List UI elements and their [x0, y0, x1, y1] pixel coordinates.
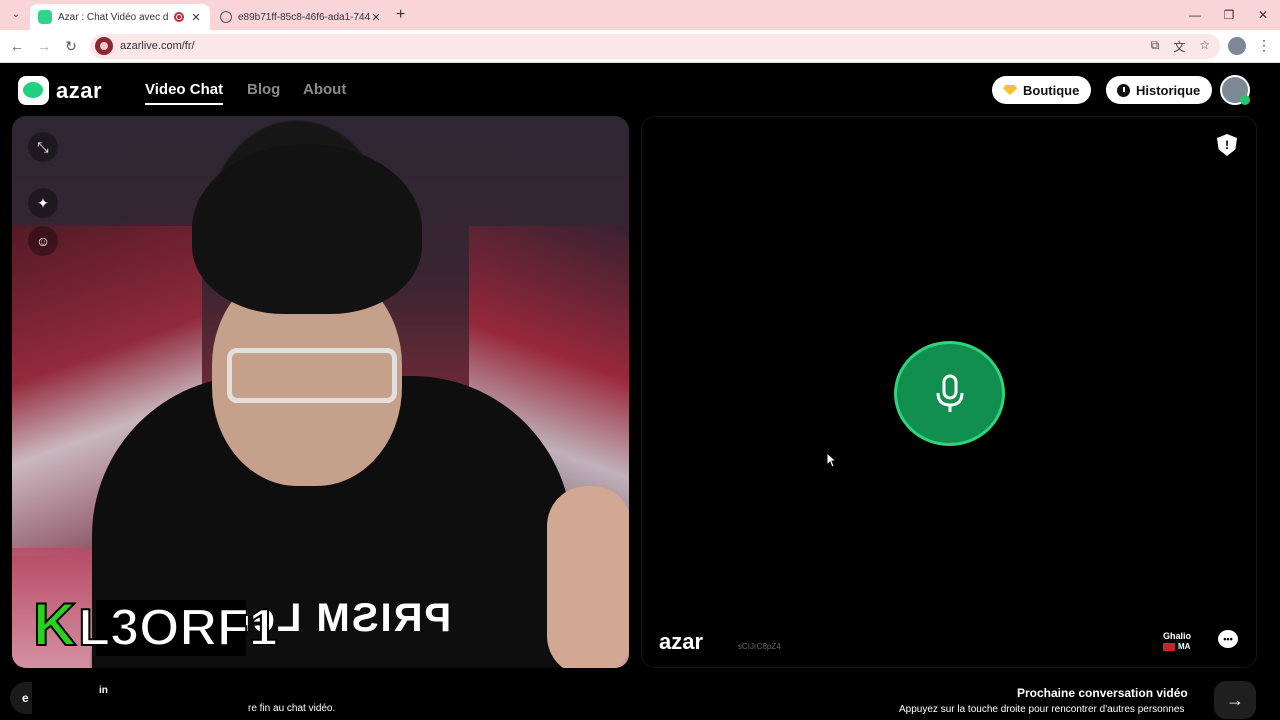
morocco-flag-icon — [1163, 643, 1175, 651]
online-status-icon — [1240, 95, 1250, 105]
reload-icon[interactable]: ↻ — [62, 37, 80, 55]
window-controls: — ❐ ✕ — [1178, 0, 1280, 30]
close-window-button[interactable]: ✕ — [1246, 0, 1280, 30]
tab-search-menu-icon[interactable]: ⌄ — [6, 5, 26, 25]
streamer-name-overlay: K L3ORF1 — [32, 591, 279, 658]
address-bar[interactable]: azarlive.com/fr/ ⧉ 文 ☆ — [90, 34, 1220, 59]
chat-bubble-icon[interactable]: ••• — [1218, 630, 1238, 648]
url-text[interactable]: azarlive.com/fr/ — [120, 40, 195, 52]
omnibox-actions: ⧉ 文 ☆ — [1151, 38, 1210, 55]
bookmark-star-icon[interactable]: ☆ — [1199, 38, 1210, 55]
clock-icon — [1117, 83, 1130, 97]
overlay-first-letter: K — [32, 591, 77, 658]
recording-icon — [174, 12, 184, 22]
boutique-label: Boutique — [1023, 82, 1080, 98]
peer-video-pane: ! azar sCIJrC8pZ4 Ghalio MA ••• — [641, 116, 1257, 668]
face-filter-icon[interactable]: ☺ — [28, 226, 58, 256]
tab-close-icon[interactable]: ✕ — [190, 11, 202, 24]
report-shield-icon[interactable]: ! — [1217, 134, 1237, 156]
logo-text: azar — [56, 77, 103, 103]
azar-watermark: azar — [659, 629, 704, 654]
end-chat-hint: re fin au chat vidéo. — [248, 703, 336, 714]
person-glasses — [227, 348, 397, 403]
person-hair — [192, 144, 422, 314]
browser-menu-icon[interactable]: ⋮ — [1257, 37, 1271, 54]
tab-title: e89b71ff-85c8-46f6-ada1-744a — [238, 11, 370, 23]
gem-icon — [1003, 85, 1017, 95]
restore-button[interactable]: ❐ — [1212, 0, 1246, 30]
microphone-icon — [936, 374, 963, 412]
minimize-video-icon[interactable]: ⤡ — [28, 132, 58, 162]
tab-close-icon[interactable]: ✕ — [370, 11, 382, 24]
forward-icon[interactable]: → — [35, 37, 53, 55]
person-hand — [547, 486, 629, 668]
mouse-cursor-icon — [826, 452, 838, 468]
tab-title: Azar : Chat Vidéo avec de n — [58, 11, 168, 23]
historique-label: Historique — [1136, 82, 1201, 98]
new-tab-button[interactable]: + — [396, 6, 405, 24]
browser-profile-icon[interactable] — [1228, 37, 1246, 55]
minimize-button[interactable]: — — [1178, 0, 1212, 30]
nav-about[interactable]: About — [303, 81, 346, 98]
boutique-button[interactable]: Boutique — [992, 76, 1092, 104]
translate-icon[interactable]: 文 — [1173, 38, 1185, 55]
nav-video-chat[interactable]: Video Chat — [145, 81, 224, 105]
azar-logo[interactable]: azar — [18, 76, 102, 105]
nav-blog[interactable]: Blog — [247, 81, 280, 98]
back-icon[interactable]: ← — [8, 37, 26, 55]
site-info-icon[interactable] — [95, 37, 113, 55]
azar-logo-icon — [18, 76, 49, 105]
cast-icon[interactable]: ⧉ — [1151, 38, 1160, 55]
self-video-pane: PRISM Lens ⤡ ✦ ☺ — [12, 116, 629, 668]
overlay-chip-text: in — [99, 685, 108, 696]
next-conversation-title: Prochaine conversation vidéo — [1017, 686, 1188, 700]
browser-toolbar: ← → ↻ azarlive.com/fr/ ⧉ 文 ☆ — [0, 30, 1280, 63]
historique-button[interactable]: Historique — [1106, 76, 1213, 104]
next-conversation-subtitle: Appuyez sur la touche droite pour rencon… — [899, 704, 1185, 715]
peer-name: Ghalio — [1163, 631, 1192, 641]
peer-id: sCIJrC8pZ4 — [738, 642, 781, 651]
end-chat-key-chip[interactable]: e — [10, 682, 32, 714]
tab-uuid[interactable]: e89b71ff-85c8-46f6-ada1-744a ✕ — [212, 4, 390, 30]
globe-icon — [220, 11, 232, 23]
tab-azar[interactable]: Azar : Chat Vidéo avec de n ✕ — [30, 4, 210, 30]
next-conversation-button[interactable]: → — [1214, 681, 1256, 719]
browser-tab-bar: ⌄ Azar : Chat Vidéo avec de n ✕ e89b71ff… — [0, 0, 1280, 30]
peer-country: MA — [1178, 642, 1191, 651]
azar-favicon-icon — [38, 10, 52, 24]
overlay-name-rest: L3ORF1 — [77, 599, 278, 657]
microphone-button[interactable] — [894, 341, 1005, 446]
effects-sparkle-icon[interactable]: ✦ — [28, 188, 58, 218]
